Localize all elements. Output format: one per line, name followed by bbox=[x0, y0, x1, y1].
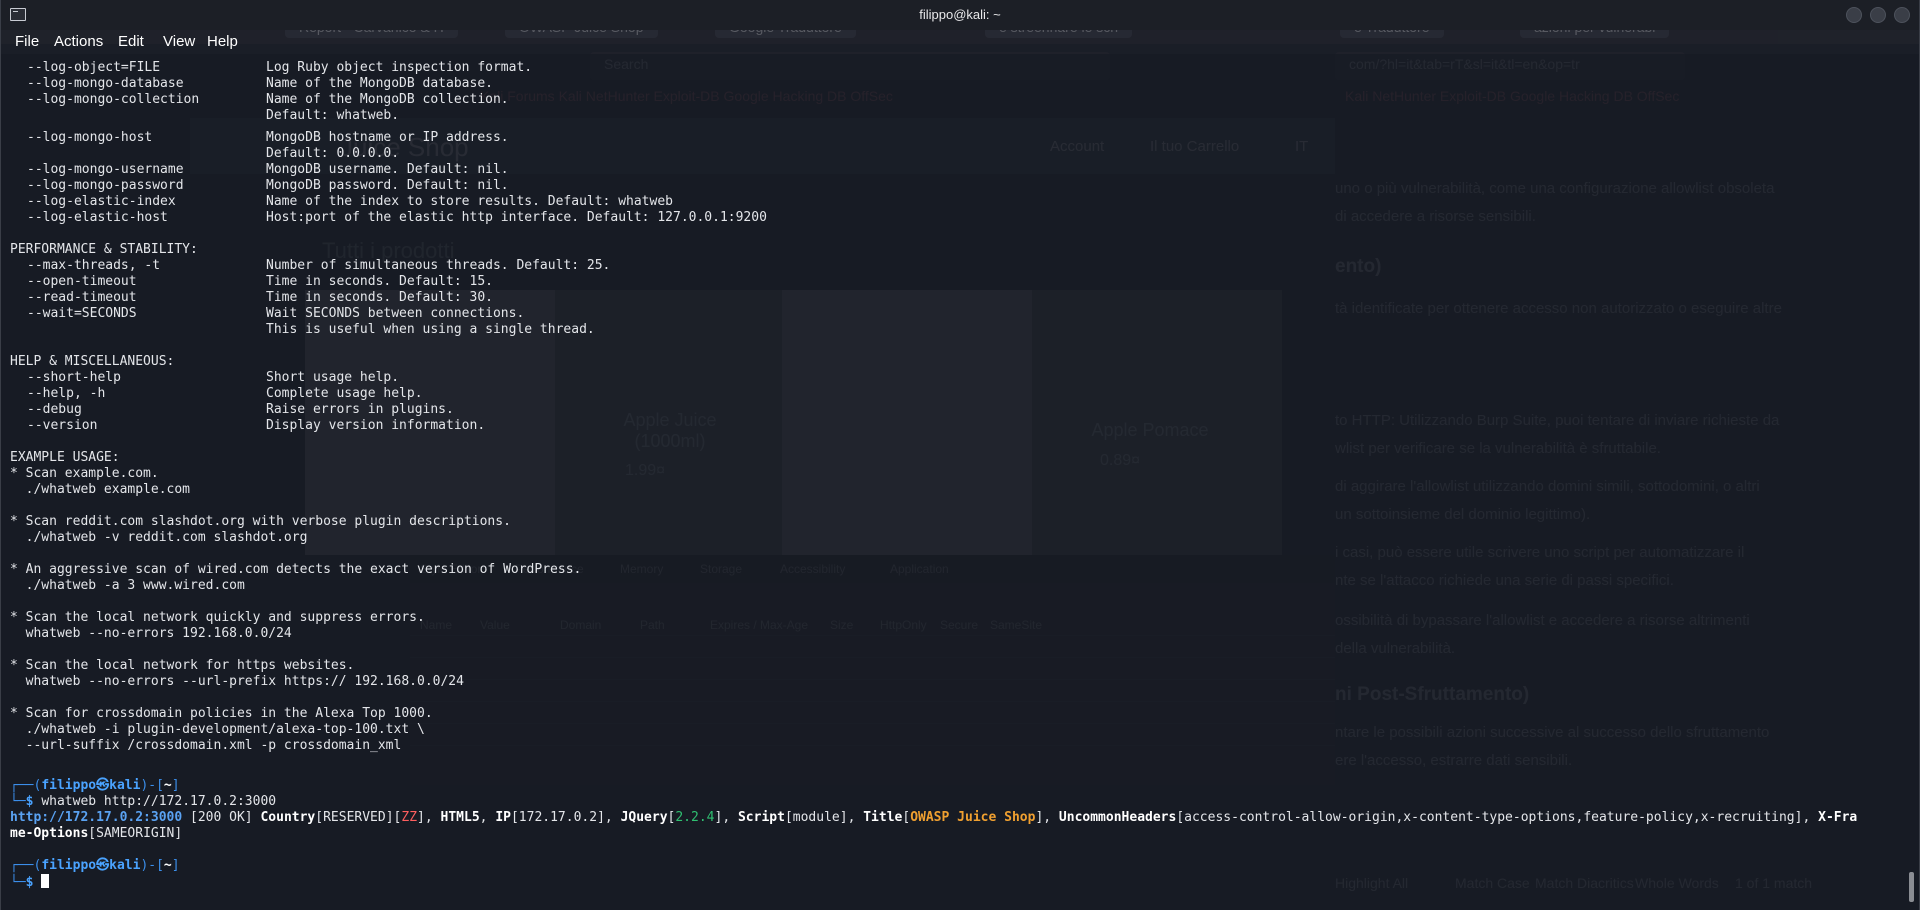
input-line[interactable]: └─$ bbox=[10, 874, 50, 890]
window-titlebar[interactable]: filippo@kali: ~ bbox=[0, 0, 1920, 30]
maximize-button[interactable] bbox=[1870, 7, 1886, 23]
terminal-output[interactable]: --log-object=FILE Log Ruby object inspect… bbox=[0, 54, 1920, 910]
menu-help[interactable]: Help bbox=[207, 33, 238, 50]
whatweb-result-wrap: me-Options[SAMEORIGIN] bbox=[10, 826, 183, 841]
menu-view[interactable]: View bbox=[163, 33, 195, 50]
window-title: filippo@kali: ~ bbox=[919, 7, 1001, 22]
whatweb-result: http://172.17.0.2:3000 [200 OK] Country[… bbox=[10, 810, 1858, 825]
window-border-left bbox=[0, 0, 1, 910]
minimize-button[interactable] bbox=[1846, 7, 1862, 23]
menu-actions[interactable]: Actions bbox=[54, 33, 103, 50]
prompt-line-1: ┌──(filippo㉿kali)-[~] bbox=[10, 778, 180, 793]
menu-bar: File Actions Edit View Help bbox=[0, 30, 1920, 54]
command-line: └─$ whatweb http://172.17.0.2:3000 bbox=[10, 794, 277, 809]
menu-edit[interactable]: Edit bbox=[118, 33, 144, 50]
prompt-line-2: ┌──(filippo㉿kali)-[~] bbox=[10, 858, 180, 873]
close-button[interactable] bbox=[1894, 7, 1910, 23]
menu-file[interactable]: File bbox=[15, 33, 39, 50]
scrollbar-thumb[interactable] bbox=[1909, 872, 1914, 902]
text-cursor bbox=[41, 874, 50, 888]
command-text: whatweb http://172.17.0.2:3000 bbox=[41, 794, 277, 809]
